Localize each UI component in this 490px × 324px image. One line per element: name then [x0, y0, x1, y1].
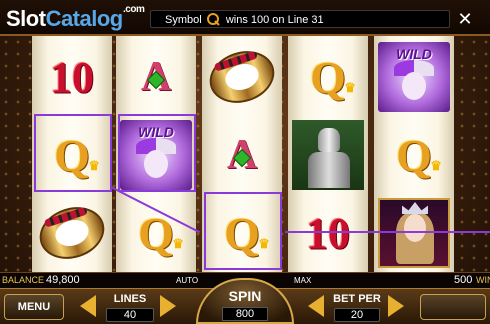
crown-icon: ♛	[430, 157, 442, 173]
payline-segment	[285, 231, 490, 233]
win-highlight	[34, 114, 112, 192]
win-label: WIN	[476, 275, 490, 285]
queen-symbol-text: Q	[310, 51, 346, 103]
reel-symbol-ring	[32, 194, 112, 272]
reel-symbol-queen-portrait	[374, 194, 454, 272]
reel-symbol-ace: A	[116, 38, 196, 116]
extra-panel	[420, 294, 486, 320]
win-highlight	[118, 114, 196, 192]
message-prefix: Symbol	[165, 14, 202, 26]
reel-symbol-ten: 10	[32, 38, 112, 116]
knight-icon	[292, 120, 364, 190]
slotcatalog-logo: SlotCatalog .com	[6, 4, 145, 32]
balance-label: BALANCE	[2, 275, 45, 285]
win-value: 500	[454, 274, 473, 286]
queen-portrait-icon	[378, 198, 450, 268]
reel-symbol-ring	[202, 38, 282, 116]
reel-symbol-ten: 10	[288, 194, 368, 272]
queen-q-icon	[206, 12, 221, 26]
bet-per-value: 20	[334, 308, 380, 322]
top-bar: SlotCatalog .com Symbol wins 100 on Line …	[0, 0, 490, 36]
win-highlight	[204, 192, 282, 270]
wild-label: WILD	[396, 46, 432, 62]
max-button[interactable]: MAX	[294, 276, 311, 285]
crown-icon: ♛	[344, 79, 356, 95]
reel-5: WILD Q ♛	[374, 36, 454, 272]
ring-icon	[202, 43, 282, 111]
reel-symbol-knight	[288, 116, 368, 194]
lines-increase-arrow-icon[interactable]	[160, 295, 176, 317]
reel-symbol-ace: A	[202, 116, 282, 194]
ten-symbol-text: 10	[50, 52, 94, 102]
auto-button[interactable]: AUTO	[176, 276, 198, 285]
ring-icon	[32, 199, 112, 267]
queen-symbol-text: Q	[396, 129, 432, 181]
win-message: Symbol wins 100 on Line 31	[150, 10, 450, 28]
reel-symbol-wild: WILD	[374, 38, 454, 116]
ten-symbol-text: 10	[306, 208, 350, 258]
bet-per-label: BET PER	[333, 293, 381, 305]
lines-decrease-arrow-icon[interactable]	[80, 295, 96, 317]
lines-value: 40	[106, 308, 154, 322]
message-suffix: wins 100 on Line 31	[225, 14, 324, 26]
logo-text-com: .com	[123, 4, 145, 15]
logo-text-catalog: Catalog	[45, 6, 124, 31]
jester-wild-icon: WILD	[378, 42, 450, 112]
bet-increase-arrow-icon[interactable]	[388, 295, 404, 317]
balance-value: 49,800	[46, 274, 80, 286]
reel-symbol-queen: Q ♛	[374, 116, 454, 194]
crown-icon: ♛	[172, 235, 184, 251]
lines-label: LINES	[113, 293, 147, 305]
close-icon[interactable]: ✕	[452, 10, 478, 30]
menu-button[interactable]: MENU	[4, 294, 64, 320]
reel-4: Q ♛ 10	[288, 36, 368, 272]
spin-total-bet: 800	[222, 307, 268, 321]
logo-text-slot: Slot	[6, 6, 46, 31]
reel-symbol-queen: Q ♛	[288, 38, 368, 116]
reel-symbol-queen: Q ♛	[116, 194, 196, 272]
spin-label: SPIN	[228, 288, 262, 304]
reels-area: 10 Q♛ A WILD Q♛ A Q♛ Q♛ 10 WILD Q♛	[0, 36, 490, 272]
bet-decrease-arrow-icon[interactable]	[308, 295, 324, 317]
